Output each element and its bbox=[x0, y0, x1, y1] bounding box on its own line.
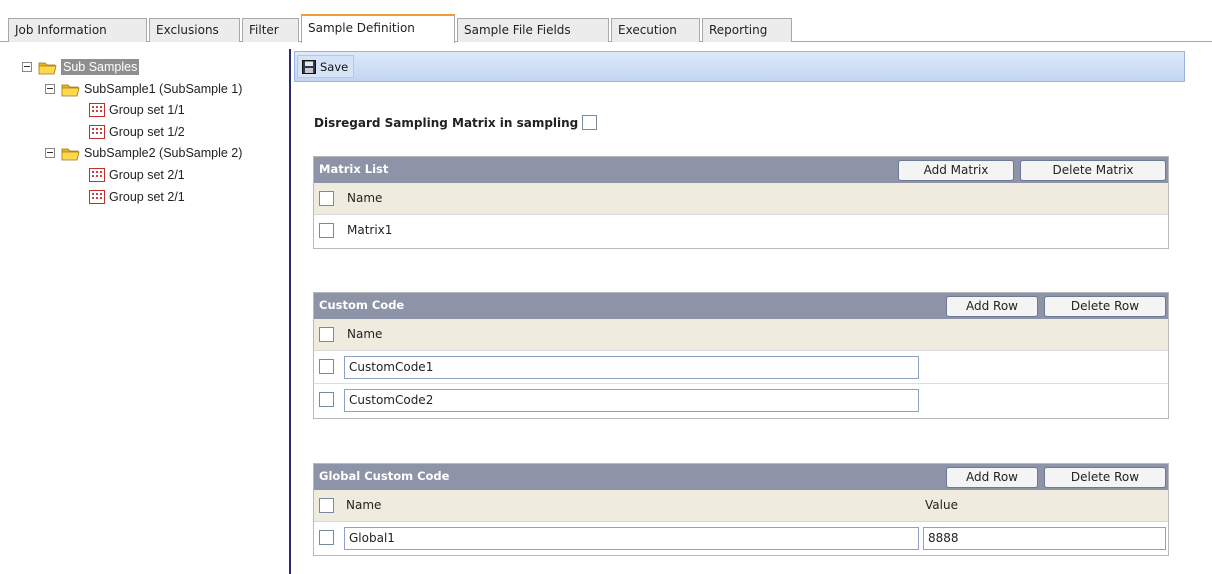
tree-subsample-label[interactable]: SubSample1 (SubSample 1) bbox=[84, 82, 242, 96]
disregard-checkbox[interactable] bbox=[582, 115, 598, 130]
custom-code-title: Custom Code bbox=[319, 298, 405, 312]
tree-root[interactable]: Sub Samples bbox=[22, 57, 140, 77]
tab-job-information[interactable]: Job Information bbox=[8, 18, 147, 42]
select-all-checkbox[interactable] bbox=[319, 191, 334, 206]
tab-execution[interactable]: Execution bbox=[611, 18, 700, 42]
group-set-icon bbox=[89, 103, 105, 117]
global-code-value-input[interactable]: 8888 bbox=[923, 527, 1166, 550]
tree-root-label[interactable]: Sub Samples bbox=[61, 59, 140, 75]
tab-exclusions[interactable]: Exclusions bbox=[149, 18, 240, 42]
toolbar: Save bbox=[294, 51, 1185, 82]
disregard-label: Disregard Sampling Matrix in sampling bbox=[314, 115, 579, 130]
group-set-icon bbox=[89, 125, 105, 139]
tab-reporting[interactable]: Reporting bbox=[702, 18, 792, 42]
folder-open-icon bbox=[38, 62, 57, 74]
matrix-name-cell[interactable]: Matrix1 bbox=[347, 223, 392, 237]
tree-group-set[interactable]: Group set 2/1 bbox=[89, 165, 185, 185]
matrix-list-panel: Matrix List Add Matrix Delete Matrix Nam… bbox=[313, 156, 1169, 249]
add-row-button[interactable]: Add Row bbox=[946, 296, 1038, 317]
tree-group-label[interactable]: Group set 2/1 bbox=[109, 168, 185, 182]
tab-filter[interactable]: Filter bbox=[242, 18, 299, 42]
row-checkbox[interactable] bbox=[319, 359, 334, 374]
disregard-sampling-option: Disregard Sampling Matrix in sampling bbox=[314, 115, 598, 130]
column-name-header: Name bbox=[346, 498, 382, 512]
matrix-list-title: Matrix List bbox=[319, 162, 389, 176]
tree-subsample-2[interactable]: SubSample2 (SubSample 2) bbox=[45, 143, 242, 163]
tree-group-set[interactable]: Group set 1/2 bbox=[89, 122, 185, 142]
global-custom-code-header: Global Custom Code Add Row Delete Row bbox=[314, 464, 1168, 490]
tree-group-label[interactable]: Group set 2/1 bbox=[109, 190, 185, 204]
matrix-list-header: Matrix List Add Matrix Delete Matrix bbox=[314, 157, 1168, 183]
tab-sample-definition[interactable]: Sample Definition bbox=[301, 14, 455, 43]
column-name-header: Name bbox=[347, 327, 383, 341]
column-name-header: Name bbox=[347, 191, 383, 205]
sub-samples-tree: Sub Samples SubSample1 (SubSample 1) Gro… bbox=[0, 43, 290, 574]
column-value-header: Value bbox=[925, 498, 958, 512]
tree-group-label[interactable]: Group set 1/2 bbox=[109, 125, 185, 139]
tree-group-set[interactable]: Group set 1/1 bbox=[89, 100, 185, 120]
global-custom-code-title: Global Custom Code bbox=[319, 469, 450, 483]
delete-row-button[interactable]: Delete Row bbox=[1044, 467, 1166, 488]
grid-header: Name bbox=[314, 319, 1168, 351]
grid-header: Name Value bbox=[314, 490, 1168, 522]
table-row: Matrix1 bbox=[314, 215, 1168, 248]
custom-code-panel: Custom Code Add Row Delete Row Name Cust… bbox=[313, 292, 1169, 419]
group-set-icon bbox=[89, 168, 105, 182]
save-button[interactable]: Save bbox=[297, 55, 355, 78]
table-row: Global1 8888 bbox=[314, 522, 1168, 555]
row-checkbox[interactable] bbox=[319, 392, 334, 407]
row-checkbox[interactable] bbox=[319, 530, 334, 545]
global-code-name-input[interactable]: Global1 bbox=[344, 527, 919, 550]
tree-group-label[interactable]: Group set 1/1 bbox=[109, 103, 185, 117]
tab-sample-file-fields[interactable]: Sample File Fields bbox=[457, 18, 609, 42]
delete-matrix-button[interactable]: Delete Matrix bbox=[1020, 160, 1166, 181]
row-checkbox[interactable] bbox=[319, 223, 334, 238]
delete-row-button[interactable]: Delete Row bbox=[1044, 296, 1166, 317]
custom-code-name-input[interactable]: CustomCode2 bbox=[344, 389, 919, 412]
collapse-toggle-icon[interactable] bbox=[45, 84, 55, 94]
tree-subsample-label[interactable]: SubSample2 (SubSample 2) bbox=[84, 146, 242, 160]
custom-code-name-input[interactable]: CustomCode1 bbox=[344, 356, 919, 379]
tab-bar: Job Information Exclusions Filter Sample… bbox=[0, 14, 1212, 43]
select-all-checkbox[interactable] bbox=[319, 498, 334, 513]
collapse-toggle-icon[interactable] bbox=[45, 148, 55, 158]
table-row: CustomCode2 bbox=[314, 384, 1168, 417]
folder-open-icon bbox=[61, 148, 80, 160]
select-all-checkbox[interactable] bbox=[319, 327, 334, 342]
tree-subsample-1[interactable]: SubSample1 (SubSample 1) bbox=[45, 79, 242, 99]
table-row: CustomCode1 bbox=[314, 351, 1168, 384]
save-label: Save bbox=[320, 59, 349, 74]
add-matrix-button[interactable]: Add Matrix bbox=[898, 160, 1014, 181]
panel-divider[interactable] bbox=[289, 49, 291, 574]
floppy-disk-icon bbox=[302, 59, 316, 74]
grid-header: Name bbox=[314, 183, 1168, 215]
custom-code-header: Custom Code Add Row Delete Row bbox=[314, 293, 1168, 319]
collapse-toggle-icon[interactable] bbox=[22, 62, 32, 72]
folder-open-icon bbox=[61, 84, 80, 96]
global-custom-code-panel: Global Custom Code Add Row Delete Row Na… bbox=[313, 463, 1169, 556]
tree-group-set[interactable]: Group set 2/1 bbox=[89, 187, 185, 207]
group-set-icon bbox=[89, 190, 105, 204]
add-row-button[interactable]: Add Row bbox=[946, 467, 1038, 488]
